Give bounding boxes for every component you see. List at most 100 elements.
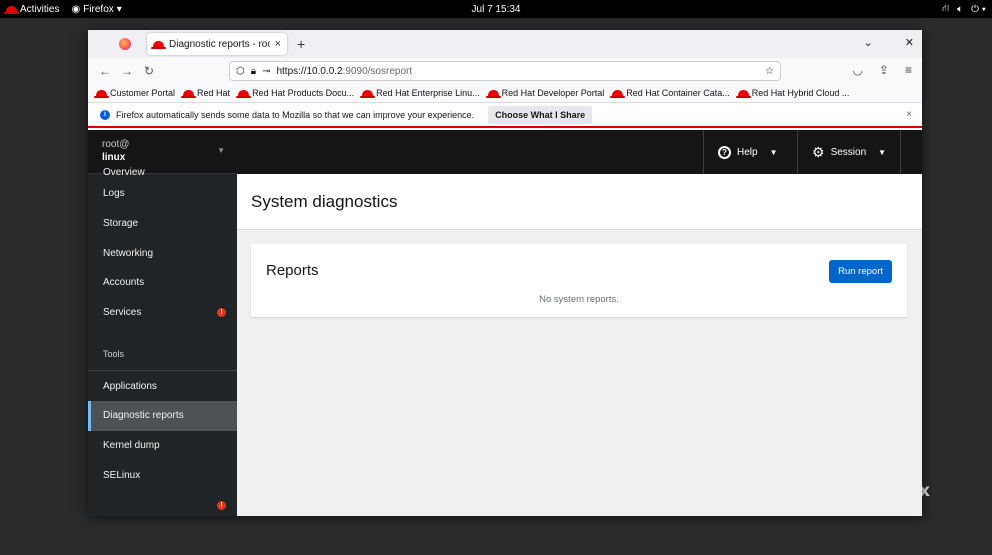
redhat-icon (610, 89, 626, 98)
reload-icon[interactable]: ↻ (138, 64, 160, 78)
url-host: https://10.0.0.2 (276, 65, 343, 77)
new-tab-button[interactable]: + (297, 36, 305, 52)
bookmarks-toolbar: Customer Portal Red Hat Red Hat Products… (88, 84, 922, 102)
system-tray[interactable]: ⛙ 🔈︎ ⏻ ▾ (942, 3, 986, 16)
help-icon: ? (718, 145, 731, 159)
bookmark-label: Red Hat Products Docu... (252, 88, 355, 98)
session-label: Session (830, 146, 867, 158)
tab-strip: Diagnostic reports - root@ × + ⌄ ✕ (88, 30, 922, 58)
sidebar-item-label: Logs (103, 188, 125, 200)
bookmark-item[interactable]: Red Hat Enterprise Linu... (360, 88, 480, 98)
sidebar-item-logs[interactable]: Logs (88, 179, 237, 209)
clock[interactable]: Jul 7 15:34 (472, 4, 521, 15)
main-content: System diagnostics Reports Run report No… (237, 174, 922, 516)
sidebar-item-overview[interactable]: Overview (88, 166, 237, 179)
bookmark-item[interactable]: Red Hat Container Cata... (610, 88, 730, 98)
power-icon: ⏻ ▾ (971, 3, 986, 15)
tracking-shield-icon[interactable]: ⬡ (236, 66, 245, 77)
help-label: Help (737, 146, 758, 158)
sidebar: root@ linux ▼ Overview Logs Storage Netw… (88, 130, 237, 516)
network-icon: ⛙ (942, 2, 950, 14)
session-menu-button[interactable]: ⚙ Session ▼ (797, 130, 902, 174)
info-icon: i (100, 109, 110, 120)
sidebar-section-label: Tools (103, 348, 125, 359)
sidebar-item-applications[interactable]: Applications (88, 371, 237, 401)
app-menu-firefox[interactable]: ◉ Firefox ▾ (65, 4, 127, 15)
volume-icon: 🔈︎ (957, 3, 964, 15)
extensions-icon[interactable]: ⇪ (879, 63, 889, 77)
redhat-icon (485, 89, 501, 98)
list-tabs-icon[interactable]: ⌄ (864, 36, 873, 49)
sidebar-item-storage[interactable]: Storage (88, 209, 237, 239)
bookmark-item[interactable]: Red Hat Developer Portal (485, 88, 605, 98)
bookmark-item[interactable]: Red Hat (181, 88, 231, 98)
sidebar-item-selinux[interactable]: SELinux (88, 461, 237, 491)
bookmark-label: Red Hat Developer Portal (501, 88, 605, 98)
sidebar-item-label: Applications (103, 380, 157, 392)
sidebar-item-networking[interactable]: Networking (88, 238, 237, 268)
empty-state-text: No system reports. (539, 294, 619, 305)
url-path: :9090/sosreport (342, 65, 413, 77)
sidebar-item-label: Overview (103, 167, 145, 178)
url-bar[interactable]: ⬡ 🔒︎ ⊸ https://10.0.0.2:9090/sosreport ☆ (229, 61, 781, 81)
sidebar-section-tools: Tools (88, 337, 237, 372)
activities-button[interactable]: Activities (0, 4, 65, 15)
sidebar-item-services[interactable]: Services! (88, 298, 237, 328)
redhat-icon (735, 89, 751, 98)
firefox-app-icon: ◉ (71, 3, 81, 15)
sidebar-item-label: Diagnostic reports (103, 410, 184, 422)
reports-title: Reports (266, 262, 319, 279)
sidebar-item-accounts[interactable]: Accounts (88, 268, 237, 298)
sidebar-item-kernel-dump[interactable]: Kernel dump (88, 431, 237, 461)
back-icon[interactable]: ← (94, 64, 116, 78)
page-title: System diagnostics (237, 174, 922, 230)
tab-title: Diagnostic reports - root@ (169, 38, 270, 50)
nav-bar: ← → ↻ ⬡ 🔒︎ ⊸ https://10.0.0.2:9090/sosre… (88, 58, 922, 84)
bookmark-label: Red Hat Container Cata... (626, 88, 730, 98)
run-report-button[interactable]: Run report (829, 260, 892, 283)
services-alert-badge: ! (217, 308, 226, 318)
notification-text: Firefox automatically sends some data to… (116, 109, 475, 120)
tab-favicon-icon (151, 40, 166, 49)
notification-close-icon[interactable]: × (906, 109, 912, 120)
gear-icon: ⚙ (812, 143, 825, 160)
sidebar-item-label: Kernel dump (103, 440, 160, 452)
redhat-icon (4, 5, 19, 14)
bookmark-star-icon[interactable]: ☆ (765, 66, 774, 77)
tab-diagnostic-reports[interactable]: Diagnostic reports - root@ × (147, 33, 287, 55)
sidebar-nav: Overview Logs Storage Networking Account… (88, 167, 237, 516)
window-close-icon[interactable]: ✕ (905, 36, 914, 49)
sidebar-item-label: Networking (103, 247, 154, 259)
tab-close-icon[interactable]: × (275, 38, 281, 50)
sidebar-item-label: Accounts (103, 277, 145, 289)
sidebar-item-software-updates[interactable]: ! (88, 490, 237, 516)
sidebar-item-label: Services (103, 307, 142, 319)
firefox-view-icon[interactable] (119, 38, 131, 50)
bookmark-label: Red Hat Hybrid Cloud ... (751, 88, 850, 98)
masthead: ? Help ▼ ⚙ Session ▼ (237, 130, 922, 174)
url-text[interactable]: https://10.0.0.2:9090/sosreport (276, 66, 759, 77)
forward-icon[interactable]: → (116, 64, 138, 78)
choose-what-i-share-button[interactable]: Choose What I Share (488, 105, 593, 124)
lock-warning-icon[interactable]: 🔒︎ (251, 66, 256, 77)
chevron-down-icon: ▼ (217, 146, 225, 155)
redhat-icon (94, 89, 109, 98)
app-menu-label: Firefox (83, 3, 114, 15)
bookmark-item[interactable]: Red Hat Products Docu... (236, 88, 355, 98)
bookmark-item[interactable]: Customer Portal (94, 88, 175, 98)
software-updates-alert-badge: ! (217, 500, 226, 510)
menu-icon[interactable]: ≡ (905, 63, 912, 77)
sidebar-item-diagnostic-reports[interactable]: Diagnostic reports (88, 401, 237, 431)
redhat-icon (236, 89, 252, 98)
help-menu-button[interactable]: ? Help ▼ (703, 130, 792, 174)
activities-label: Activities (20, 3, 60, 15)
sidebar-item-label: Storage (103, 218, 139, 230)
pocket-icon[interactable]: ◡ (852, 63, 862, 77)
bookmark-label: Red Hat (197, 88, 231, 98)
key-icon: ⊸ (262, 65, 271, 77)
redhat-icon (360, 89, 376, 98)
bookmark-item[interactable]: Red Hat Hybrid Cloud ... (735, 88, 850, 98)
bookmark-label: Red Hat Enterprise Linu... (376, 88, 480, 98)
caret-down-icon: ▼ (769, 147, 778, 157)
chevron-down-icon: ▾ (116, 3, 122, 15)
